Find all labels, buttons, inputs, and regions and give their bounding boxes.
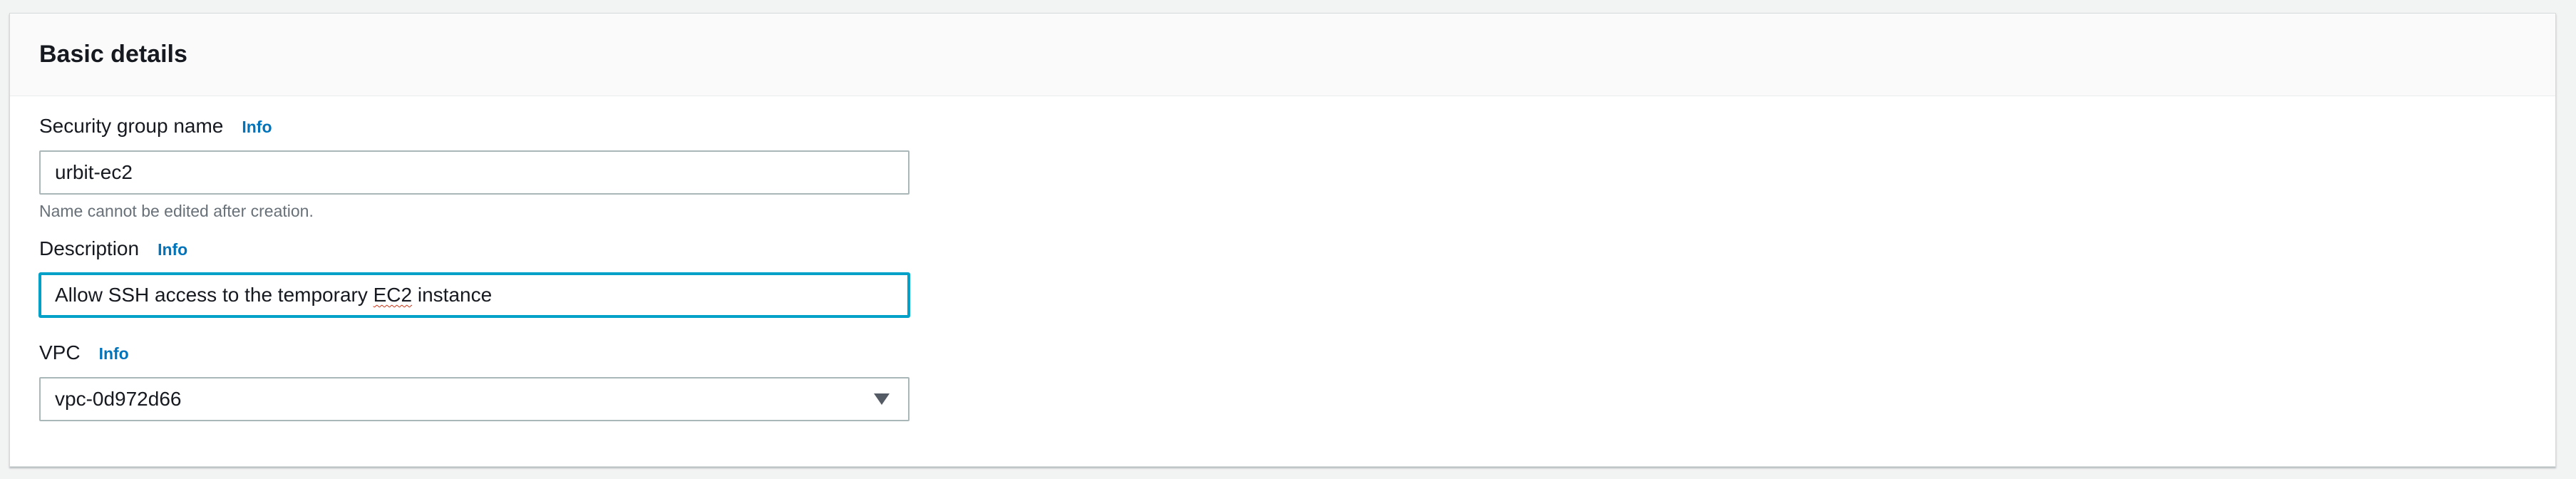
description-info-link[interactable]: Info [158,240,187,259]
panel-header: Basic details [10,14,2555,96]
security-group-name-info-link[interactable]: Info [242,118,272,137]
description-value-suffix: instance [412,284,493,306]
panel-title: Basic details [39,41,187,68]
panel-body: Security group name Info urbit-ec2 Name … [10,96,2555,421]
security-group-name-hint: Name cannot be edited after creation. [39,202,314,220]
basic-details-panel: Basic details Security group name Info u… [9,13,2556,467]
security-group-name-label: Security group name [39,115,224,137]
caret-down-icon [874,393,890,405]
description-label-row: Description Info [39,237,2555,263]
vpc-selected-value: vpc-0d972d66 [55,388,182,410]
page: Basic details Security group name Info u… [0,0,2576,479]
description-input[interactable]: Allow SSH access to the temporary EC2 in… [39,273,910,317]
security-group-name-input[interactable]: urbit-ec2 [39,150,910,195]
vpc-info-link[interactable]: Info [99,344,129,364]
spellcheck-flagged-word: EC2 [373,284,413,306]
description-label: Description [39,237,140,259]
vpc-label-row: VPC Info [39,341,2555,367]
vpc-label: VPC [39,341,81,364]
description-value-prefix: Allow SSH access to the temporary [55,284,373,306]
vpc-field: VPC Info vpc-0d972d66 [39,341,2555,421]
security-group-name-field: Security group name Info urbit-ec2 Name … [39,115,2555,222]
vpc-select[interactable]: vpc-0d972d66 [39,377,910,421]
description-field: Description Info Allow SSH access to the… [39,237,2555,317]
security-group-name-label-row: Security group name Info [39,115,2555,140]
